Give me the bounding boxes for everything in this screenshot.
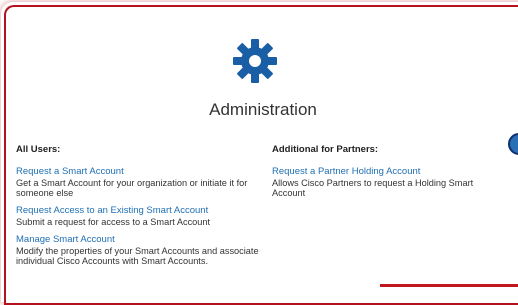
- page-title: Administration: [209, 100, 317, 119]
- item-description: Get a Smart Account for your organizatio…: [16, 178, 248, 198]
- gear-icon: [233, 39, 277, 83]
- request-partner-holding-account-link[interactable]: Request a Partner Holding Account: [272, 166, 502, 177]
- list-item: Request Access to an Existing Smart Acco…: [16, 205, 266, 227]
- item-description: Submit a request for access to a Smart A…: [16, 217, 211, 227]
- manage-smart-account-link[interactable]: Manage Smart Account: [16, 234, 266, 245]
- all-users-section: All Users: Request a Smart Account Get a…: [16, 144, 266, 273]
- list-item: Manage Smart Account Modify the properti…: [16, 234, 266, 266]
- partners-section: Additional for Partners: Request a Partn…: [272, 144, 502, 205]
- item-description: Allows Cisco Partners to request a Holdi…: [272, 178, 474, 198]
- all-users-heading: All Users:: [16, 144, 61, 155]
- request-smart-account-link[interactable]: Request a Smart Account: [16, 166, 266, 177]
- partners-heading: Additional for Partners:: [272, 144, 379, 155]
- list-item: Request a Smart Account Get a Smart Acco…: [16, 166, 266, 198]
- list-item: Request a Partner Holding Account Allows…: [272, 166, 502, 198]
- administration-panel: Administration All Users: Request a Smar…: [4, 5, 518, 305]
- request-access-link[interactable]: Request Access to an Existing Smart Acco…: [16, 205, 266, 216]
- item-description: Modify the properties of your Smart Acco…: [16, 246, 259, 266]
